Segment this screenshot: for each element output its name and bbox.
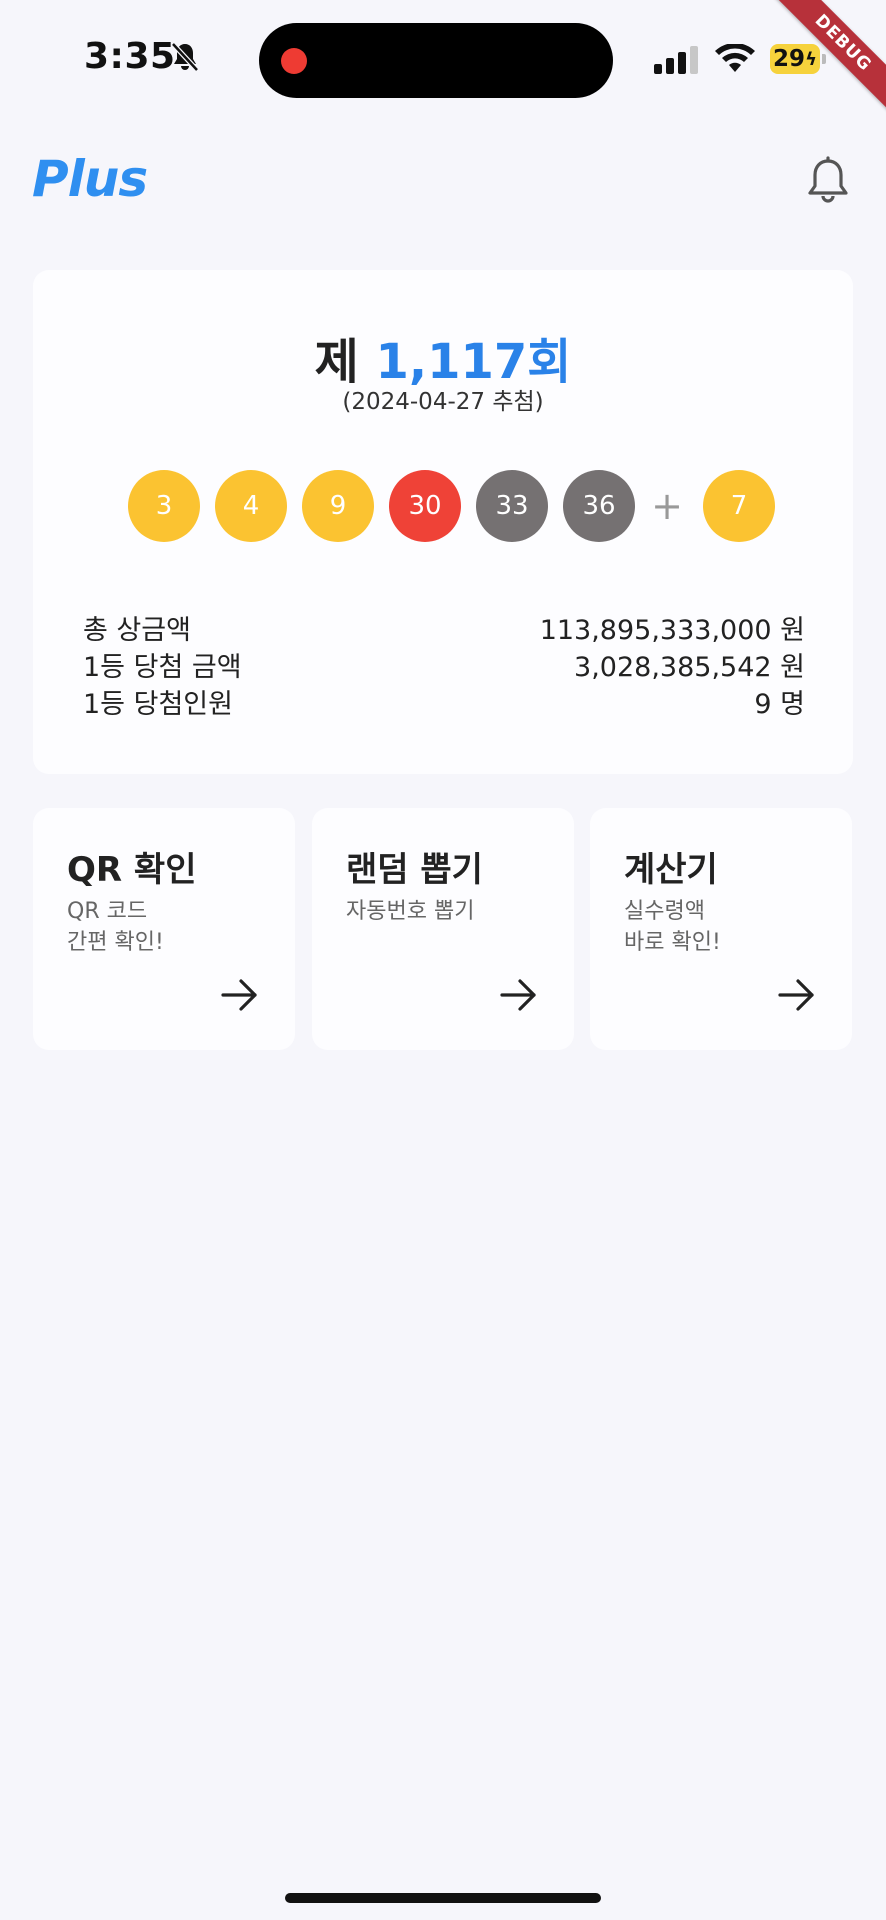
plus-sign: + [651, 484, 683, 528]
feature-title: 랜덤 뽑기 [346, 850, 483, 890]
feature-description: QR 코드 간편 확인! [67, 899, 164, 955]
number-ball: 33 [476, 470, 548, 542]
battery-indicator: 29 ϟ [770, 44, 820, 74]
winning-numbers: 3 4 9 30 33 36 + 7 [128, 470, 790, 542]
prize-value: 113,895,333,000 원 [539, 615, 805, 646]
recording-indicator [281, 48, 307, 74]
wifi-icon [715, 44, 755, 72]
battery-level: 29 [773, 46, 806, 72]
feature-description: 자동번호 뽑기 [346, 899, 475, 924]
number-ball: 3 [128, 470, 200, 542]
prize-label: 1등 당첨인원 [83, 689, 233, 720]
prize-row-total: 총 상금액 113,895,333,000 원 [83, 612, 805, 649]
prize-value: 9 명 [754, 689, 805, 720]
bonus-ball: 7 [703, 470, 775, 542]
battery-tip [822, 54, 826, 64]
feature-description: 실수령액 바로 확인! [624, 899, 721, 955]
status-bar: 3:35 29 ϟ DEBUG [0, 0, 886, 128]
charging-bolt-icon: ϟ [805, 48, 817, 70]
random-pick-card[interactable]: 랜덤 뽑기 자동번호 뽑기 [312, 808, 574, 1050]
prize-info: 총 상금액 113,895,333,000 원 1등 당첨 금액 3,028,3… [83, 612, 805, 723]
status-time: 3:35 [84, 36, 176, 77]
draw-result-card: 제 1,117회 (2024-04-27 추첨) 3 4 9 30 33 36 … [33, 270, 853, 774]
prize-row-first-amount: 1등 당첨 금액 3,028,385,542 원 [83, 649, 805, 686]
number-ball: 30 [389, 470, 461, 542]
draw-date: (2024-04-27 추첨) [342, 389, 544, 415]
arrow-right-icon [500, 979, 536, 1011]
number-ball: 36 [563, 470, 635, 542]
arrow-right-icon [221, 979, 257, 1011]
number-ball: 9 [302, 470, 374, 542]
notification-bell-icon[interactable] [806, 156, 850, 204]
dynamic-island [259, 23, 613, 98]
prize-row-first-winners: 1등 당첨인원 9 명 [83, 686, 805, 723]
prize-label: 1등 당첨 금액 [83, 652, 242, 683]
bell-off-icon [171, 42, 199, 72]
prize-value: 3,028,385,542 원 [574, 652, 805, 683]
prize-label: 총 상금액 [83, 615, 191, 646]
home-indicator[interactable] [285, 1893, 601, 1903]
feature-title: 계산기 [624, 850, 718, 890]
cellular-signal-icon [654, 46, 698, 74]
app-logo: Plus [32, 150, 148, 208]
feature-title: QR 확인 [67, 850, 197, 890]
number-ball: 4 [215, 470, 287, 542]
qr-check-card[interactable]: QR 확인 QR 코드 간편 확인! [33, 808, 295, 1050]
arrow-right-icon [778, 979, 814, 1011]
calculator-card[interactable]: 계산기 실수령액 바로 확인! [590, 808, 852, 1050]
